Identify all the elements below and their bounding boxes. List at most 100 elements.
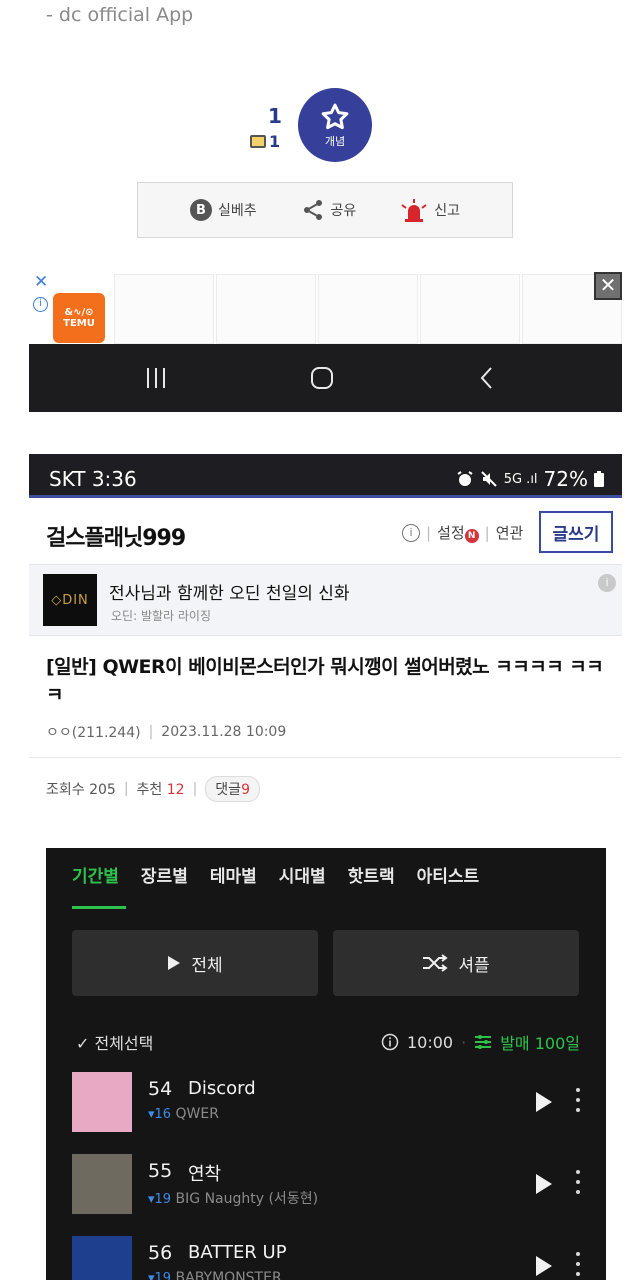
recent-apps-icon[interactable] — [145, 366, 167, 390]
report-button[interactable]: 신고 — [400, 197, 460, 223]
post-title: [일반] QWER이 베이비몬스터인가 뭐시깽이 썰어버렸노 ㅋㅋㅋㅋ ㅋㅋㅋ — [46, 656, 604, 706]
song-title: Discord — [188, 1078, 256, 1099]
battery-percent: 72% — [543, 467, 588, 491]
gallery-title[interactable]: 걸스플래닛999 — [46, 520, 186, 552]
tab-theme[interactable]: 테마별 — [210, 862, 257, 887]
more-options-icon[interactable] — [576, 1088, 580, 1112]
more-options-icon[interactable] — [576, 1170, 580, 1194]
b-circle-icon: B — [189, 199, 212, 221]
ad-tile[interactable] — [318, 274, 418, 344]
siren-icon — [401, 199, 427, 222]
tab-era[interactable]: 시대별 — [279, 862, 326, 887]
post-date: 2023.11.28 10:09 — [161, 724, 287, 740]
post-action-bar: B 실베추 공유 신고 — [137, 182, 513, 238]
fixed-count-value: 1 — [269, 132, 281, 151]
song-artist-line: ▾19 BABYMONSTER — [148, 1270, 282, 1280]
shuffle-label: 셔플 — [458, 955, 490, 976]
game-ad-banner[interactable]: ◇DIN 전사님과 함께한 오딘 천일의 신화 오딘: 발할라 라이징 i — [29, 564, 622, 636]
timer-info-icon — [381, 1033, 399, 1051]
play-all-button[interactable]: 전체 — [72, 930, 318, 996]
settings-label: 설정 — [437, 524, 465, 542]
signal-icon: 5G .ıl — [503, 471, 538, 487]
post-author[interactable]: ㅇㅇ(211.244) — [46, 722, 141, 742]
share-label: 공유 — [330, 203, 357, 219]
song-artist-line: ▾19 BIG Naughty (서동현) — [148, 1188, 318, 1208]
song-artist: BABYMONSTER — [175, 1270, 282, 1280]
play-all-label: 전체 — [191, 955, 223, 976]
ad-dismiss-icon[interactable]: ✕ — [594, 272, 622, 300]
shuffle-button[interactable]: 셔플 — [333, 930, 579, 996]
temu-logo[interactable]: &∿/⊙ TEMU — [53, 293, 105, 343]
tab-period[interactable]: 기간별 — [72, 862, 119, 887]
post-meta: ㅇㅇ(211.244) | 2023.11.28 10:09 — [46, 722, 286, 742]
fixed-recommend-count: 1 — [250, 132, 280, 151]
ad-product-tiles — [114, 274, 622, 344]
duration-value: 10:00 — [407, 1032, 454, 1052]
release-filter[interactable]: 발매 100일 — [500, 1030, 580, 1054]
song-rank: 56 — [148, 1242, 173, 1264]
tab-hottrack[interactable]: 핫트랙 — [348, 862, 395, 887]
info-icon[interactable]: i — [402, 523, 420, 542]
song-artist: BIG Naughty (서동현) — [175, 1191, 319, 1207]
active-tab-indicator — [72, 906, 126, 909]
write-post-button[interactable]: 글쓰기 — [539, 511, 613, 553]
comments-count: 9 — [241, 782, 250, 798]
filter-icon — [475, 1035, 492, 1049]
alarm-icon — [457, 471, 473, 486]
song-rank: 55 — [148, 1160, 173, 1182]
report-label: 신고 — [434, 203, 461, 219]
song-title: BATTER UP — [188, 1242, 287, 1263]
ad-tile[interactable] — [114, 274, 214, 344]
ad-info-icon[interactable]: i — [598, 574, 616, 592]
related-link[interactable]: 연관 — [496, 522, 524, 543]
song-row[interactable]: 55 연착 ▾19 BIG Naughty (서동현) — [72, 1154, 582, 1224]
app-caption: - dc official App — [46, 4, 194, 26]
ad-tile[interactable] — [420, 274, 520, 344]
ad-close-icon[interactable]: ✕ — [34, 272, 48, 292]
song-row[interactable]: 56 BATTER UP ▾19 BABYMONSTER — [72, 1236, 582, 1280]
temu-logo-text: TEMU — [63, 318, 95, 329]
ad-info-icon[interactable]: i — [33, 297, 48, 312]
more-options-icon[interactable] — [576, 1252, 580, 1276]
temu-logo-top: &∿/⊙ — [64, 307, 94, 318]
play-icon[interactable] — [536, 1256, 552, 1276]
recommend-stat: 추천 12 — [137, 779, 185, 799]
home-icon[interactable] — [309, 365, 335, 391]
shuffle-icon — [423, 954, 449, 972]
tab-artist[interactable]: 아티스트 — [417, 862, 480, 887]
mute-icon — [480, 471, 497, 487]
back-icon[interactable] — [477, 365, 497, 391]
battery-icon — [594, 471, 604, 487]
share-button[interactable]: 공유 — [301, 198, 357, 222]
separator: · — [461, 1032, 467, 1052]
ad-tile[interactable] — [216, 274, 316, 344]
carrier-time: SKT 3:36 — [49, 467, 137, 491]
rank-change: ▾16 — [148, 1107, 172, 1122]
chart-filters: 10:00 · 발매 100일 — [381, 1030, 580, 1054]
concept-recommend-button[interactable]: 개념 — [298, 88, 372, 162]
rank-change: ▾19 — [148, 1271, 172, 1280]
rank-change: ▾19 — [148, 1192, 172, 1207]
divider — [29, 757, 622, 758]
status-icons: 5G .ıl 72% — [456, 467, 604, 491]
settings-link[interactable]: 설정 N — [437, 522, 479, 543]
tab-genre[interactable]: 장르별 — [141, 862, 188, 887]
select-all-toggle[interactable]: ✓ 전체선택 — [76, 1030, 153, 1054]
fixed-user-icon — [250, 135, 266, 148]
play-icon[interactable] — [536, 1092, 552, 1112]
recommend-label: 추천 — [136, 782, 163, 798]
separator: | — [484, 523, 490, 542]
play-icon[interactable] — [536, 1174, 552, 1194]
separator: | — [123, 781, 129, 797]
view-count: 조회수 205 — [46, 782, 116, 798]
separator: | — [148, 724, 154, 740]
song-row[interactable]: 54 Discord ▾16 QWER — [72, 1072, 582, 1142]
comments-button[interactable]: 댓글9 — [205, 776, 260, 802]
chart-tabs: 기간별 장르별 테마별 시대별 핫트랙 아티스트 — [72, 862, 479, 887]
new-badge: N — [464, 529, 479, 543]
song-artist-line: ▾16 QWER — [148, 1106, 219, 1122]
album-art — [72, 1236, 132, 1280]
album-art — [72, 1072, 132, 1132]
album-art — [72, 1154, 132, 1214]
best-recommend-button[interactable]: B 실베추 — [189, 199, 257, 221]
